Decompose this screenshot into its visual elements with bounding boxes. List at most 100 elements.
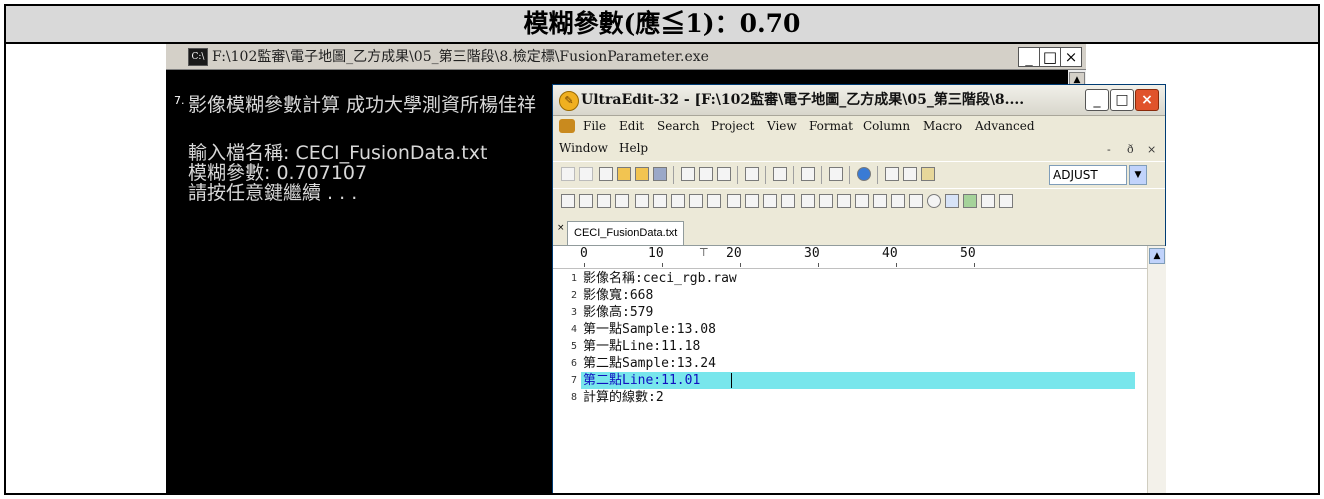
page-setup-icon[interactable] — [717, 167, 731, 181]
mdi-close-button[interactable]: × — [1147, 143, 1156, 156]
ultraedit-window: ✎ UltraEdit-32 - [F:\102監審\電子地圖_乙方成果\05_… — [552, 84, 1166, 493]
save-icon[interactable] — [653, 167, 667, 181]
bullet-list-icon[interactable] — [653, 194, 667, 208]
copy-icon[interactable] — [903, 167, 917, 181]
menu-search[interactable]: Search — [657, 119, 700, 133]
anchor-icon[interactable] — [981, 194, 995, 208]
menu-window[interactable]: Window — [559, 141, 608, 155]
line-number: 8 — [570, 392, 577, 403]
forward-arrow-icon[interactable] — [579, 167, 593, 181]
ultraedit-close-button[interactable]: × — [1135, 89, 1159, 111]
textfield-icon[interactable] — [837, 194, 851, 208]
menu-format[interactable]: Format — [809, 119, 853, 133]
menu-project[interactable]: Project — [711, 119, 754, 133]
ruler-label: 0 — [580, 246, 588, 261]
ultraedit-logo-icon: ✎ — [559, 91, 579, 111]
highlight-icon[interactable] — [707, 194, 721, 208]
ruler-tick — [584, 263, 585, 267]
hex-mode-icon[interactable] — [801, 167, 815, 181]
menu-edit[interactable]: Edit — [619, 119, 644, 133]
line-number: 6 — [570, 358, 577, 369]
font-color-icon[interactable] — [689, 194, 703, 208]
console-titlebar[interactable]: C:\ F:\102監審\電子地圖_乙方成果\05_第三階段\8.檢定標\Fus… — [166, 44, 1086, 70]
editor-line[interactable]: 4 第一點Sample:13.08 — [553, 321, 1147, 338]
document-menu-icon[interactable] — [559, 119, 575, 133]
console-app-icon: C:\ — [188, 48, 208, 66]
document-icon[interactable] — [745, 167, 759, 181]
close-icon[interactable]: × — [557, 223, 565, 233]
cut-icon[interactable] — [885, 167, 899, 181]
print-icon[interactable] — [681, 167, 695, 181]
tab-ceci-fusiondata[interactable]: CECI_FusionData.txt — [567, 221, 685, 245]
mdi-restore-button[interactable]: ð — [1127, 143, 1134, 156]
editor-line[interactable]: 1 影像名稱:ceci_rgb.raw — [553, 270, 1147, 287]
menu-file[interactable]: File — [583, 119, 606, 133]
editor-line[interactable]: 8 計算的線數:2 — [553, 389, 1147, 406]
menu-view[interactable]: View — [767, 119, 797, 133]
new-file-icon[interactable] — [599, 167, 613, 181]
heading1-icon[interactable] — [727, 194, 741, 208]
editor-line-selected[interactable]: 7 第二點Line:11.01 — [553, 372, 1147, 389]
image-icon[interactable] — [963, 194, 977, 208]
checkbox-icon[interactable] — [909, 194, 923, 208]
editor-line[interactable]: 3 影像高:579 — [553, 304, 1147, 321]
html-comment-icon[interactable] — [561, 194, 575, 208]
close-folder-icon[interactable] — [635, 167, 649, 181]
heading4-icon[interactable] — [781, 194, 795, 208]
paste-icon[interactable] — [921, 167, 935, 181]
radio-icon[interactable] — [927, 194, 941, 208]
ultraedit-minimize-button[interactable]: _ — [1085, 89, 1109, 111]
link-icon[interactable] — [999, 194, 1013, 208]
ultraedit-title: UltraEdit-32 - [F:\102監審\電子地圖_乙方成果\05_第三… — [581, 92, 1025, 108]
html-toolbar — [553, 188, 1165, 216]
indent-icon[interactable] — [635, 194, 649, 208]
toolbar-divider — [849, 166, 850, 184]
open-folder-icon[interactable] — [617, 167, 631, 181]
heading3-icon[interactable] — [763, 194, 777, 208]
editor-line[interactable]: 5 第一點Line:11.18 — [553, 338, 1147, 355]
horizontal-rule-icon[interactable] — [819, 194, 833, 208]
underline-icon[interactable] — [615, 194, 629, 208]
console-close-button[interactable]: × — [1060, 47, 1082, 67]
word-wrap-icon[interactable] — [773, 167, 787, 181]
console-maximize-button[interactable]: □ — [1039, 47, 1061, 67]
mdi-minimize-button[interactable]: - — [1107, 143, 1111, 156]
frame-icon[interactable] — [945, 194, 959, 208]
editor-line[interactable]: 6 第二點Sample:13.24 — [553, 355, 1147, 372]
editor-area[interactable]: 0 10 20 30 40 50 ⊤ 1 影像名稱:ceci_rgb.raw 2… — [553, 246, 1147, 493]
italic-icon[interactable] — [597, 194, 611, 208]
back-arrow-icon[interactable] — [561, 167, 575, 181]
select-icon[interactable] — [873, 194, 887, 208]
menu-help[interactable]: Help — [619, 141, 648, 155]
toolbar-divider — [793, 166, 794, 184]
heading2-icon[interactable] — [745, 194, 759, 208]
menu-column[interactable]: Column — [863, 119, 910, 133]
text-caret — [731, 373, 732, 388]
numbered-list-icon[interactable] — [671, 194, 685, 208]
line-text: 影像寬:668 — [583, 288, 654, 303]
toolbar-divider — [821, 166, 822, 184]
textarea-icon[interactable] — [855, 194, 869, 208]
console-minimize-button[interactable]: _ — [1018, 47, 1040, 67]
column-mode-icon[interactable] — [829, 167, 843, 181]
ruler-caret-marker-icon: ⊤ — [699, 246, 709, 259]
chevron-down-icon[interactable]: ▼ — [1129, 165, 1147, 185]
line-text: 計算的線數:2 — [583, 390, 664, 405]
ruler-tick — [662, 263, 663, 267]
editor-scrollbar[interactable]: ▲ — [1147, 246, 1166, 493]
line-number: 2 — [570, 290, 577, 301]
image-button-icon[interactable] — [891, 194, 905, 208]
line-text: 第一點Sample:13.08 — [583, 322, 716, 337]
macro-combo[interactable]: ADJUST — [1049, 165, 1127, 185]
menu-advanced[interactable]: Advanced — [975, 119, 1035, 133]
form-icon[interactable] — [801, 194, 815, 208]
menu-macro[interactable]: Macro — [923, 119, 962, 133]
bold-icon[interactable] — [579, 194, 593, 208]
editor-line[interactable]: 2 影像寬:668 — [553, 287, 1147, 304]
print-preview-icon[interactable] — [699, 167, 713, 181]
ultraedit-titlebar[interactable]: ✎ UltraEdit-32 - [F:\102監審\電子地圖_乙方成果\05_… — [553, 85, 1165, 116]
ruler-label: 40 — [882, 246, 898, 261]
browser-view-icon[interactable] — [857, 167, 871, 181]
ultraedit-maximize-button[interactable]: □ — [1110, 89, 1134, 111]
scroll-up-arrow-icon[interactable]: ▲ — [1149, 248, 1165, 264]
